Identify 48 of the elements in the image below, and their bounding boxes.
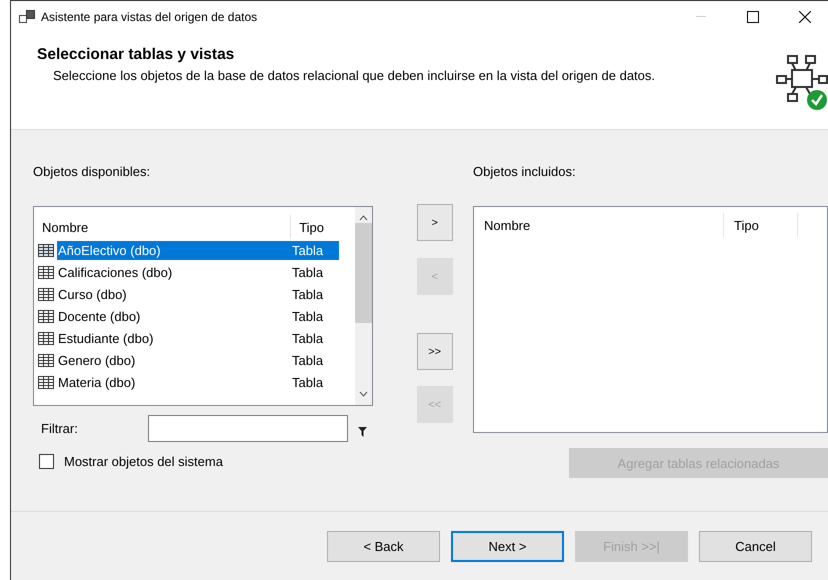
app-icon: [19, 10, 35, 24]
table-name[interactable]: Curso (dbo): [57, 284, 288, 304]
available-objects-list[interactable]: Nombre Tipo AñoElectivo (dbo) Tabla Calificaciones (dbo) Tabla Curso (dbo) Tabla Docente (dbo) Tabla Estudiante (dbo) Tabla Genero (dbo) Tabla Materia (dbo) Tabla: [33, 206, 373, 406]
maximize-icon[interactable]: [747, 10, 759, 22]
scroll-up-icon[interactable]: [359, 215, 368, 221]
checkbox-label: Mostrar objetos del sistema: [64, 454, 223, 469]
table-name[interactable]: Genero (dbo): [57, 350, 288, 370]
table-name[interactable]: Calificaciones (dbo): [57, 262, 288, 282]
window-title: Asistente para vistas del origen de datos: [41, 10, 258, 24]
scroll-down-icon[interactable]: [359, 391, 368, 397]
close-icon[interactable]: [799, 10, 811, 22]
table-name[interactable]: AñoElectivo (dbo): [57, 240, 288, 260]
wizard-button[interactable]: < Back: [327, 530, 440, 562]
table-icon: [38, 310, 54, 322]
scrollbar[interactable]: [355, 207, 372, 405]
table-type: Tabla: [291, 264, 324, 282]
table-type: Tabla: [291, 352, 324, 370]
table-icon: [38, 376, 54, 388]
table-icon: [38, 332, 54, 344]
table-icon: [38, 266, 54, 278]
table-name[interactable]: Estudiante (dbo): [57, 328, 288, 348]
move-button[interactable]: >>: [416, 333, 453, 370]
table-name[interactable]: Materia (dbo): [57, 372, 288, 392]
column-header[interactable]: Tipo: [291, 215, 355, 239]
wizard-button[interactable]: Cancel: [699, 530, 812, 562]
move-button[interactable]: >: [416, 204, 453, 241]
filter-label: Filtrar:: [41, 420, 78, 436]
column-header[interactable]: Tipo: [724, 213, 798, 237]
included-objects-label: Objetos incluidos:: [473, 164, 577, 181]
table-type: Tabla: [291, 308, 324, 326]
table-type: Tabla: [291, 286, 324, 304]
funnel-icon[interactable]: [358, 427, 367, 437]
filter-field[interactable]: [148, 414, 348, 442]
table-icon: [38, 288, 54, 300]
table-icon: [38, 244, 54, 256]
page-description: Seleccione los objetos de la base de datos relacional que deben incluirse en la vista del origen de datos.: [52, 67, 656, 85]
wizard-button[interactable]: Next >: [451, 530, 564, 562]
table-type: Tabla: [291, 374, 324, 392]
column-header[interactable]: Nombre: [474, 213, 724, 237]
table-icon: [38, 354, 54, 366]
available-objects-label: Objetos disponibles:: [33, 164, 152, 181]
checkbox[interactable]: [39, 454, 54, 469]
table-name[interactable]: Docente (dbo): [57, 306, 288, 326]
page-heading: Seleccionar tablas y vistas: [37, 46, 236, 64]
table-type: Tabla: [288, 240, 339, 260]
table-type: Tabla: [291, 330, 324, 348]
included-objects-list[interactable]: Nombre Tipo: [473, 206, 828, 433]
column-header[interactable]: Nombre: [34, 215, 292, 239]
